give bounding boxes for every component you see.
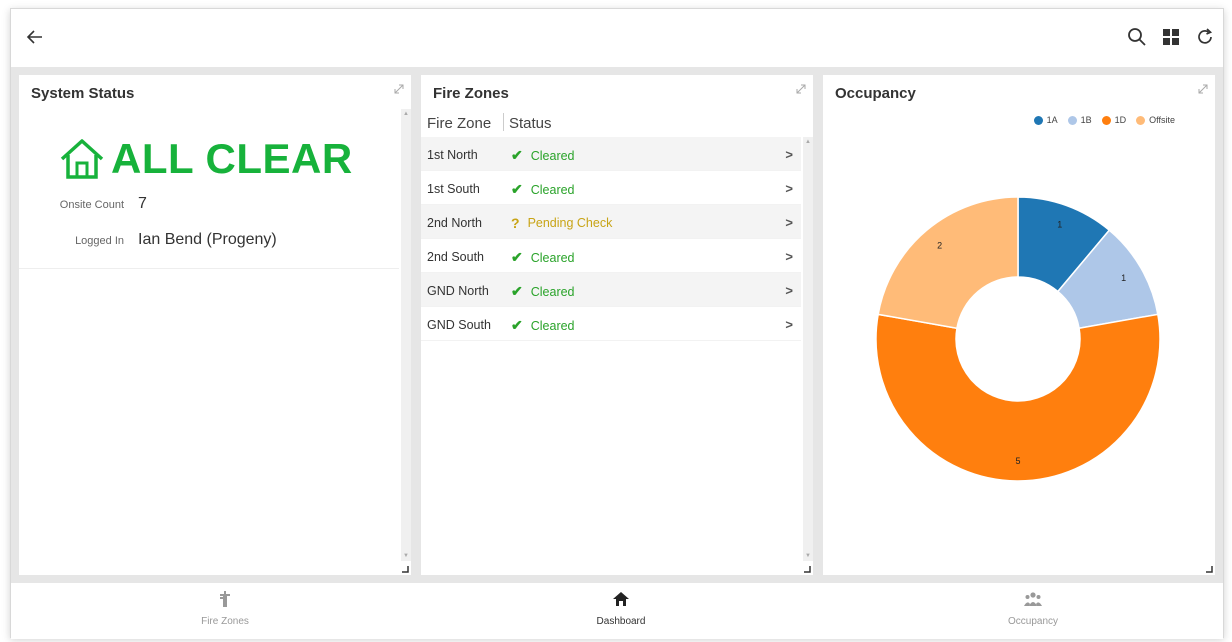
zone-name: 2nd North — [427, 216, 482, 230]
system-status-panel: System Status ALL CLEAR Onsite Count 7 L… — [19, 75, 411, 575]
table-row[interactable]: GND South ✔ Cleared > — [421, 307, 801, 341]
zone-status: ✔ Cleared — [511, 181, 575, 198]
column-header-status[interactable]: Status — [509, 115, 552, 132]
home-icon — [613, 592, 629, 606]
logged-in-label: Logged In — [75, 235, 124, 247]
check-icon: ✔ — [511, 181, 523, 197]
check-icon: ✔ — [511, 147, 523, 163]
zone-status-text: Cleared — [530, 182, 575, 197]
grid-icon[interactable] — [1161, 27, 1181, 47]
column-header-zone[interactable]: Fire Zone — [427, 115, 491, 132]
logged-in-value: Ian Bend (Progeny) — [138, 231, 277, 248]
question-icon: ? — [511, 215, 520, 231]
zone-status: ✔ Cleared — [511, 249, 575, 266]
zone-status-text: Pending Check — [527, 216, 613, 230]
zone-status-text: Cleared — [530, 318, 575, 333]
dashboard-content: System Status ALL CLEAR Onsite Count 7 L… — [11, 67, 1223, 583]
zone-status-text: Cleared — [530, 284, 575, 299]
check-icon: ✔ — [511, 283, 523, 299]
vertical-scrollbar[interactable]: ▲ ▼ — [401, 109, 411, 561]
data-label: 2 — [937, 241, 942, 251]
home-icon — [60, 139, 104, 179]
all-clear-text: ALL CLEAR — [111, 135, 353, 182]
table-row[interactable]: 2nd South ✔ Cleared > — [421, 239, 801, 273]
zone-name: 2nd South — [427, 250, 484, 264]
fire-zones-panel: Fire Zones Fire Zone Status 1st North ✔ Cl… — [421, 75, 813, 575]
zone-status: ✔ Cleared — [511, 283, 575, 300]
fire-zones-table-header: Fire Zone Status — [421, 107, 801, 137]
app-window: System Status ALL CLEAR Onsite Count 7 L… — [10, 8, 1224, 639]
table-row[interactable]: 1st North ✔ Cleared > — [421, 137, 801, 171]
data-label: 5 — [1015, 456, 1020, 466]
zone-name: GND North — [427, 284, 489, 298]
data-label: 1 — [1057, 219, 1062, 229]
expand-icon[interactable] — [393, 83, 405, 95]
nav-label: Fire Zones — [201, 616, 249, 627]
zone-status-text: Cleared — [530, 250, 575, 265]
search-icon[interactable] — [1127, 27, 1147, 47]
table-row[interactable]: 1st South ✔ Cleared > — [421, 171, 801, 205]
bottom-navigation: Fire Zones Dashboard Occupancy — [11, 583, 1223, 639]
logged-in-row: Logged In Ian Bend (Progeny) — [19, 231, 277, 249]
panel-title: System Status — [31, 85, 135, 102]
all-clear-banner: ALL CLEAR — [59, 135, 353, 183]
top-toolbar — [11, 9, 1223, 67]
onsite-count-row: Onsite Count 7 — [19, 195, 147, 213]
onsite-count-label: Onsite Count — [59, 199, 124, 211]
check-icon: ✔ — [511, 249, 523, 265]
refresh-icon[interactable] — [1195, 27, 1215, 47]
nav-occupancy[interactable]: Occupancy — [933, 591, 1133, 629]
zone-status-text: Cleared — [530, 148, 575, 163]
nav-label: Occupancy — [1007, 616, 1059, 627]
zone-status: ? Pending Check — [511, 215, 612, 231]
zone-status: ✔ Cleared — [511, 317, 575, 334]
expand-icon[interactable] — [795, 83, 807, 95]
zone-status: ✔ Cleared — [511, 147, 575, 164]
vertical-scrollbar[interactable]: ▲ ▼ — [803, 137, 813, 561]
chevron-right-icon[interactable]: > — [785, 249, 793, 264]
chevron-right-icon[interactable]: > — [785, 215, 793, 230]
table-row[interactable]: GND North ✔ Cleared > — [421, 273, 801, 307]
nav-label: Dashboard — [596, 616, 646, 627]
column-divider — [503, 113, 504, 131]
fire-zones-list: 1st North ✔ Cleared >1st South ✔ Cleared >2nd … — [421, 137, 801, 341]
data-label: 1 — [1121, 273, 1126, 283]
zone-name: 1st South — [427, 182, 480, 196]
chevron-right-icon[interactable]: > — [785, 147, 793, 162]
fire-hydrant-icon — [220, 591, 230, 607]
occupancy-donut-chart: 1 1 5 2 — [875, 196, 1161, 482]
nav-fire-zones[interactable]: Fire Zones — [125, 591, 325, 629]
resize-grip-icon[interactable] — [803, 565, 811, 573]
nav-dashboard[interactable]: Dashboard — [521, 591, 721, 629]
chevron-right-icon[interactable]: > — [785, 283, 793, 298]
occupancy-panel: Occupancy 1A 1B 1D Offsite 1152 — [823, 75, 1215, 575]
status-summary: ALL CLEAR Onsite Count 7 Logged In Ian B… — [19, 109, 399, 269]
onsite-count-value: 7 — [138, 195, 147, 212]
chevron-right-icon[interactable]: > — [785, 181, 793, 196]
table-row[interactable]: 2nd North? Pending Check > — [421, 205, 801, 239]
check-icon: ✔ — [511, 317, 523, 333]
zone-name: 1st North — [427, 148, 478, 162]
pie-slice-offsite[interactable] — [877, 196, 1019, 330]
zone-name: GND South — [427, 318, 491, 332]
resize-grip-icon[interactable] — [1205, 565, 1213, 573]
arrow-left-icon[interactable] — [25, 27, 45, 47]
users-icon — [1024, 592, 1042, 606]
panel-title: Fire Zones — [433, 85, 509, 102]
chevron-right-icon[interactable]: > — [785, 317, 793, 332]
resize-grip-icon[interactable] — [401, 565, 409, 573]
